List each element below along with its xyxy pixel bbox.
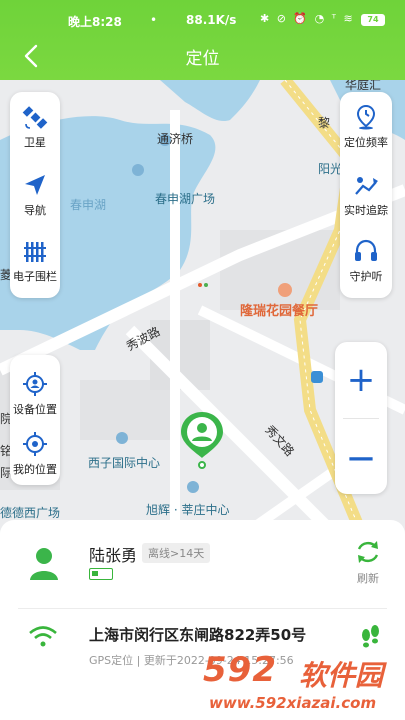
battery-icon: 74 [361,14,385,26]
realtime-tracking-button[interactable]: 实时追踪 [336,172,396,218]
satellite-label: 卫星 [24,136,46,149]
refresh-button[interactable]: 刷新 [353,538,383,586]
navigation-icon [25,175,45,195]
status-icons: ✱ ⊘ ⏰ ◔ ᵀ ≋ [260,12,355,25]
zoom-out-button[interactable]: — [335,430,387,486]
person-icon [30,548,58,580]
watermark-number: 592 [203,650,277,690]
location-frequency-button[interactable]: 定位频率 [336,104,396,150]
device-row: 陆张勇 离线>14天 刷新 [0,520,405,610]
device-location-label: 设备位置 [13,403,57,416]
location-frequency-label: 定位频率 [344,136,388,149]
navigation-label: 导航 [24,204,46,217]
device-battery-icon [89,568,113,580]
fence-label: 电子围栏 [13,270,57,283]
realtime-tracking-icon [355,177,378,195]
zoom-control: + — [335,342,387,494]
map-label-plaza: 春申湖广场 [155,192,216,206]
zoom-in-button[interactable]: + [335,352,387,408]
headphones-icon [355,239,377,261]
guardian-listen-button[interactable]: 守护听 [336,238,396,284]
device-location-icon [23,372,47,396]
my-location-button[interactable]: 我的位置 [5,431,65,477]
map-view[interactable]: 通济桥 春申湖 春申湖广场 隆瑞花园餐厅 秀波路 秀文路 西子国际中心 旭辉 ·… [0,80,405,530]
map-label-dede: 德德西广场 [0,506,61,520]
location-frequency-icon [356,104,376,130]
map-label-lake: 春申湖 [70,198,107,212]
navigation-button[interactable]: 导航 [5,172,65,218]
my-location-icon [23,432,47,456]
my-location-label: 我的位置 [13,463,57,476]
refresh-label: 刷新 [357,572,379,585]
status-dot: • [150,13,158,27]
guardian-listen-label: 守护听 [349,270,383,283]
zoom-divider [343,418,379,419]
location-panel: 设备位置 我的位置 [10,355,60,485]
status-time: 晚上8:28 [68,15,122,29]
footprint-icon[interactable] [357,623,383,651]
wifi-icon [29,626,57,647]
card-divider [18,608,387,609]
refresh-icon [357,541,379,563]
map-tools-panel: 卫星 导航 电子围栏 [10,92,60,298]
watermark-text: 软件园 [299,659,384,692]
tracking-panel: 定位频率 实时追踪 守护听 [340,92,392,298]
page-title: 定位 [185,49,220,69]
map-label-longrui: 隆瑞花园餐厅 [240,304,319,319]
watermark-logo: 592 软件园 www.592xiazai.com [195,648,405,720]
map-label-xizi: 西子国际中心 [88,456,161,470]
status-bar: 晚上8:28 • 88.1K/s ✱ ⊘ ⏰ ◔ ᵀ ≋ 74 [0,8,405,34]
map-label-li: 黎 [318,116,331,130]
watermark-url: www.592xiazai.com [209,694,377,712]
device-location-button[interactable]: 设备位置 [5,371,65,417]
map-label-tongji: 通济桥 [157,132,194,146]
satellite-icon [22,106,48,129]
realtime-tracking-label: 实时追踪 [344,204,388,217]
header-bar: 晚上8:28 • 88.1K/s ✱ ⊘ ⏰ ◔ ᵀ ≋ 74 定位 [0,0,405,80]
map-label-xuhui: 旭辉 · 莘庄中心 [146,503,230,517]
fence-button[interactable]: 电子围栏 [5,238,65,284]
satellite-button[interactable]: 卫星 [5,104,65,150]
device-address: 上海市闵行区东闸路822弄50号 [89,626,307,644]
fence-icon [24,242,46,262]
network-speed: 88.1K/s [186,13,237,27]
status-badge: 离线>14天 [142,543,211,563]
device-owner-name: 陆张勇 [89,546,138,565]
device-pin-icon[interactable] [178,410,226,470]
